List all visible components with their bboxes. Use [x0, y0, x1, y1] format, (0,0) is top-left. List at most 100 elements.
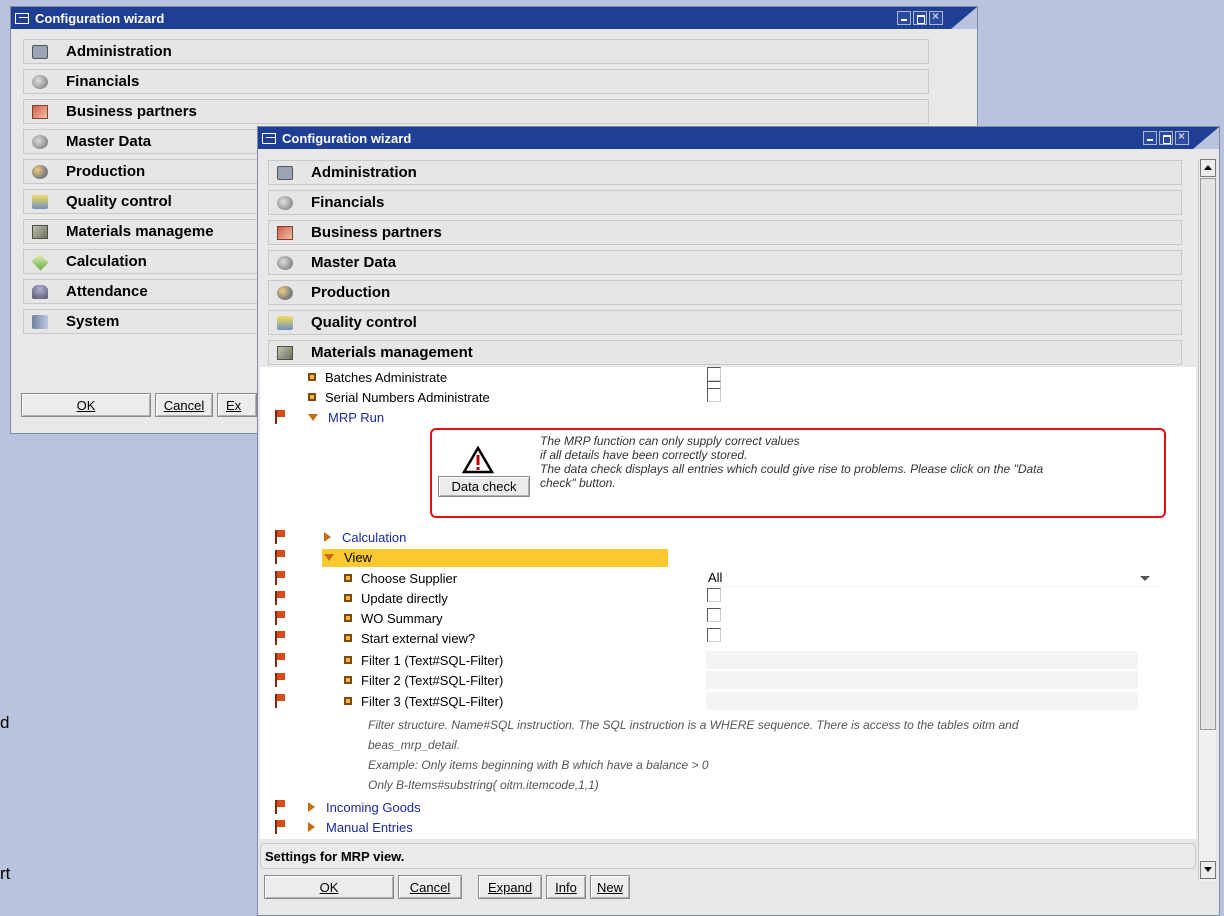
ok-button[interactable]: OK: [264, 875, 394, 899]
section-materials-management[interactable]: Materials management: [268, 340, 1182, 365]
batches-checkbox[interactable]: [707, 367, 721, 381]
flag-icon: [274, 410, 286, 424]
section-label: Administration: [66, 43, 172, 60]
section-label: Calculation: [66, 253, 147, 270]
section-label: Financials: [311, 194, 385, 211]
vertical-scrollbar[interactable]: [1198, 159, 1216, 881]
collapsed-arrow-icon: [324, 532, 331, 542]
section-attendance[interactable]: Attendance: [23, 279, 263, 304]
back-window-titlebar[interactable]: Configuration wizard: [11, 7, 977, 29]
section-production[interactable]: Production: [268, 280, 1182, 305]
expand-button[interactable]: Ex: [217, 393, 257, 417]
section-label: Materials management: [311, 344, 473, 361]
bullet-icon: [344, 676, 352, 684]
business-partners-icon: [32, 104, 48, 119]
section-financials[interactable]: Financials: [268, 190, 1182, 215]
update-directly-checkbox[interactable]: [707, 588, 721, 602]
scroll-up-button[interactable]: [1200, 159, 1216, 177]
collapsed-arrow-icon: [308, 822, 315, 832]
calculation-node[interactable]: Calculation: [324, 528, 406, 546]
section-label: Master Data: [66, 133, 152, 150]
minimize-button[interactable]: [1143, 131, 1157, 145]
section-business-partners[interactable]: Business partners: [268, 220, 1182, 245]
section-label: Attendance: [66, 283, 148, 300]
manual-entries-node[interactable]: Manual Entries: [308, 818, 413, 836]
quality-control-icon: [277, 315, 293, 330]
incoming-goods-node[interactable]: Incoming Goods: [308, 798, 421, 816]
section-production[interactable]: Production: [23, 159, 263, 184]
data-check-button[interactable]: Data check: [438, 476, 530, 497]
item-label: MRP Run: [328, 409, 385, 425]
section-master-data[interactable]: Master Data: [268, 250, 1182, 275]
close-button[interactable]: [1175, 129, 1189, 145]
background-text-fragment: rt: [0, 864, 11, 883]
select-value: All: [708, 570, 723, 585]
section-label: Financials: [66, 73, 140, 90]
scroll-thumb[interactable]: [1200, 178, 1216, 730]
list-item[interactable]: Serial Numbers Administrate: [308, 388, 490, 406]
bullet-icon: [344, 697, 352, 705]
system-icon: [32, 314, 48, 329]
warning-text: The data check displays all entries whic…: [540, 462, 1044, 476]
section-business-partners[interactable]: Business partners: [23, 99, 929, 124]
section-quality-control[interactable]: Quality control: [23, 189, 263, 214]
serials-checkbox[interactable]: [707, 388, 721, 402]
window-icon: [15, 12, 29, 24]
item-label: Filter 2 (Text#SQL-Filter): [361, 672, 504, 688]
section-materials-management[interactable]: Materials manageme: [23, 219, 263, 244]
wo-summary-checkbox[interactable]: [707, 608, 721, 622]
help-text: Example: Only items beginning with B whi…: [368, 758, 709, 772]
window-icon: [262, 132, 276, 144]
section-calculation[interactable]: Calculation: [23, 249, 263, 274]
view-node[interactable]: View: [324, 548, 372, 566]
flag-icon: [274, 673, 286, 687]
section-administration[interactable]: Administration: [268, 160, 1182, 185]
ok-button[interactable]: OK: [21, 393, 151, 417]
mrp-run-node[interactable]: MRP Run: [308, 408, 384, 426]
help-text: Filter structure. Name#SQL instruction. …: [368, 718, 1019, 732]
section-label: Master Data: [311, 254, 397, 271]
section-administration[interactable]: Administration: [23, 39, 929, 64]
list-item[interactable]: Start external view?: [344, 629, 475, 647]
filter2-input[interactable]: [706, 671, 1138, 689]
item-label: Incoming Goods: [326, 799, 421, 815]
list-item[interactable]: Filter 3 (Text#SQL-Filter): [344, 692, 503, 710]
status-text: Settings for MRP view.: [265, 848, 405, 864]
maximize-button[interactable]: [913, 11, 927, 25]
chevron-down-icon: [1140, 576, 1150, 581]
section-quality-control[interactable]: Quality control: [268, 310, 1182, 335]
filter1-input[interactable]: [706, 651, 1138, 669]
expand-button[interactable]: Expand: [478, 875, 542, 899]
section-master-data[interactable]: Master Data: [23, 129, 263, 154]
item-label: Serial Numbers Administrate: [325, 389, 490, 405]
front-window-titlebar[interactable]: Configuration wizard: [258, 127, 1219, 149]
section-financials[interactable]: Financials: [23, 69, 929, 94]
section-label: Administration: [311, 164, 417, 181]
financials-icon: [277, 195, 293, 210]
close-button[interactable]: [929, 9, 943, 25]
new-button[interactable]: New: [590, 875, 630, 899]
bullet-icon: [344, 594, 352, 602]
maximize-button[interactable]: [1159, 131, 1173, 145]
item-label: Calculation: [342, 529, 407, 545]
info-button[interactable]: Info: [546, 875, 586, 899]
materials-management-icon: [32, 224, 48, 239]
list-item[interactable]: Update directly: [344, 589, 448, 607]
list-item[interactable]: WO Summary: [344, 609, 443, 627]
item-label: Update directly: [361, 590, 448, 606]
choose-supplier-select[interactable]: All: [706, 569, 1158, 587]
filter3-input[interactable]: [706, 692, 1138, 710]
materials-management-panel: Batches Administrate Serial Numbers Admi…: [260, 367, 1196, 839]
cancel-button[interactable]: Cancel: [398, 875, 462, 899]
list-item[interactable]: Filter 2 (Text#SQL-Filter): [344, 671, 503, 689]
scroll-down-button[interactable]: [1200, 861, 1216, 879]
cancel-button[interactable]: Cancel: [155, 393, 213, 417]
flag-icon: [274, 653, 286, 667]
minimize-button[interactable]: [897, 11, 911, 25]
list-item[interactable]: Batches Administrate: [308, 368, 447, 386]
start-external-checkbox[interactable]: [707, 628, 721, 642]
list-item[interactable]: Choose Supplier: [344, 569, 457, 587]
list-item[interactable]: Filter 1 (Text#SQL-Filter): [344, 651, 503, 669]
section-system[interactable]: System: [23, 309, 263, 334]
help-text: Only B-Items#substring( oitm.itemcode,1,…: [368, 778, 599, 792]
